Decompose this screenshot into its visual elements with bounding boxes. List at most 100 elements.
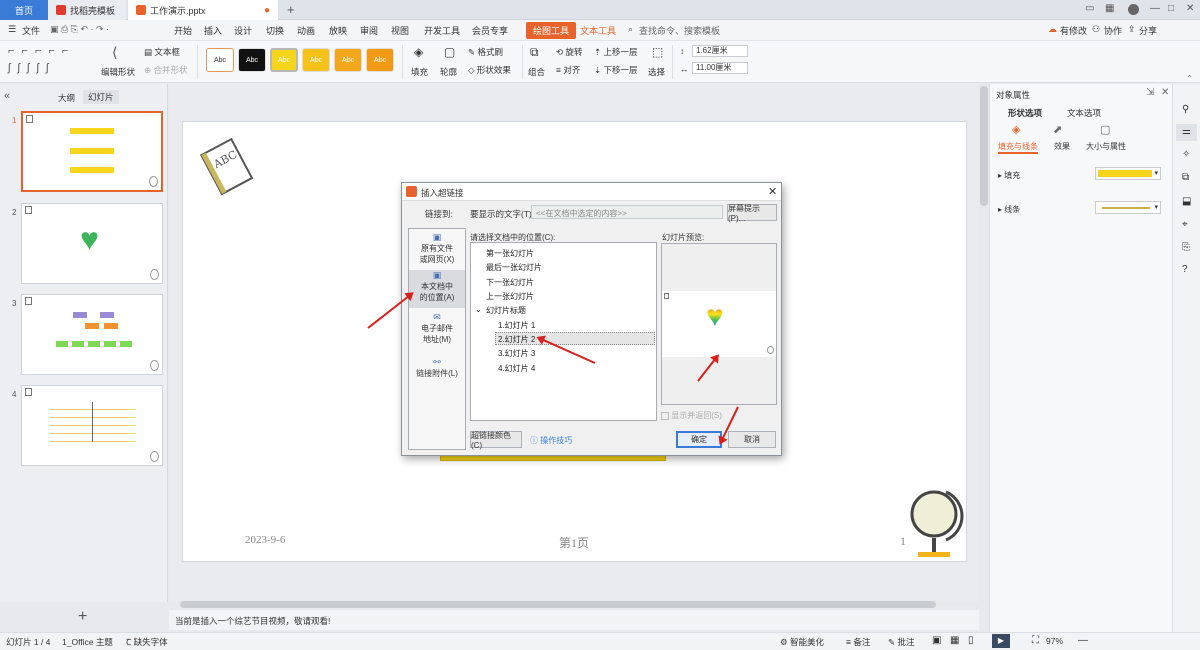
style-swatch-4[interactable]: Abc — [302, 48, 330, 72]
sorter-view-icon[interactable]: ▦ — [950, 635, 959, 646]
reading-view-icon[interactable]: ▯ — [968, 635, 974, 646]
slide-thumb-2[interactable]: ♥ — [21, 203, 163, 284]
line-section[interactable]: ▸ 线条 — [998, 204, 1020, 215]
menu-developer[interactable]: 开发工具 — [424, 24, 460, 37]
nav-existing-file[interactable]: ▣ 原有文件 或网页(X) — [409, 232, 465, 270]
nav-email[interactable]: ✉ 电子邮件 地址(M) — [409, 312, 465, 348]
new-tab-button[interactable]: + — [287, 2, 295, 17]
list-item[interactable]: 第一张幻灯片 — [486, 248, 534, 259]
tab-effect[interactable]: 效果 — [1054, 141, 1070, 152]
command-search[interactable]: 查找命令、搜索模板 — [639, 24, 720, 37]
shape-height-input[interactable]: 11.00厘米 — [692, 62, 748, 74]
edit-shape-button[interactable]: 编辑形状 — [101, 66, 135, 78]
close-icon[interactable]: ✕ — [1186, 3, 1194, 14]
list-item[interactable]: 最后一张幻灯片 — [486, 262, 542, 273]
tab-document[interactable]: 工作演示.pptx ● — [128, 0, 278, 20]
text-box-button[interactable]: ▤ 文本框 — [144, 46, 180, 58]
show-return-checkbox[interactable]: 显示并返回(S) — [661, 410, 722, 421]
menu-slideshow[interactable]: 放映 — [329, 24, 347, 37]
list-item[interactable]: 4.幻灯片 4 — [498, 363, 535, 374]
nav-attachment[interactable]: ⚯ 链接附件(L) — [409, 357, 465, 385]
notes-bar[interactable]: 当前是插入一个综艺节目视频，敬请观看! — [169, 610, 979, 630]
tab-home[interactable]: 首页 — [0, 0, 48, 20]
format-brush-button[interactable]: ✎ 格式刷 — [468, 46, 503, 58]
zoom-out-icon[interactable]: — — [1078, 635, 1088, 646]
collab-button[interactable]: 协作 — [1104, 24, 1122, 37]
menu-icon[interactable]: ☰ — [8, 24, 16, 35]
list-item[interactable]: 3.幻灯片 3 — [498, 348, 535, 359]
nav-this-document[interactable]: ▣ 本文档中 的位置(A) — [409, 270, 465, 308]
location-icon[interactable]: ⌖ — [1182, 219, 1188, 230]
menu-animation[interactable]: 动画 — [297, 24, 315, 37]
grid-icon[interactable]: ▦ — [1105, 3, 1114, 14]
quick-access-icons[interactable]: ▣ ⎙ ⎘ ↶ · ↷ · — [50, 24, 109, 35]
select-button[interactable]: 选择 — [648, 66, 665, 78]
fill-section[interactable]: ▸ 填充 — [998, 170, 1020, 181]
style-swatch-1[interactable]: Abc — [206, 48, 234, 72]
collapse-ribbon-icon[interactable]: ⌃ — [1186, 73, 1193, 84]
tab-template[interactable]: 找稻壳模板 — [48, 0, 126, 20]
add-slide-button[interactable]: + — [78, 608, 87, 626]
play-button[interactable]: ▶ — [992, 634, 1010, 648]
list-item[interactable]: 下一张幻灯片 — [486, 277, 534, 288]
tab-fill-line[interactable]: 填充与线条 — [998, 141, 1038, 154]
style-swatch-6[interactable]: Abc — [366, 48, 394, 72]
maximize-icon[interactable]: □ — [1168, 3, 1174, 14]
hyperlink-color-button[interactable]: 超链接颜色(C) — [470, 431, 522, 450]
layout-icon[interactable]: ▭ — [1085, 3, 1094, 14]
merge-shape-button[interactable]: ⊕ 合并形状 — [144, 64, 188, 76]
chevron-down-icon[interactable]: ⌄ — [475, 305, 482, 314]
slide-thumb-4[interactable] — [21, 385, 163, 466]
zoom-level[interactable]: 97% — [1046, 636, 1063, 646]
menu-file[interactable]: 文件 — [22, 24, 40, 37]
menu-design[interactable]: 设计 — [234, 24, 252, 37]
outline-button[interactable]: 轮廓 — [440, 66, 457, 78]
menu-member[interactable]: 会员专享 — [472, 24, 508, 37]
menu-view[interactable]: 视图 — [391, 24, 409, 37]
list-group-header[interactable]: 幻灯片标题 — [486, 305, 526, 316]
style-swatch-3[interactable]: Abc — [270, 48, 298, 72]
comment-button[interactable]: ✎ 批注 — [888, 636, 915, 648]
list-item[interactable]: 上一张幻灯片 — [486, 291, 534, 302]
minimize-icon[interactable]: — — [1150, 3, 1160, 14]
rotate-button[interactable]: ⟲ 旋转 — [556, 46, 583, 58]
align-button[interactable]: ≡ 对齐 — [556, 64, 580, 76]
position-list[interactable]: 第一张幻灯片 最后一张幻灯片 下一张幻灯片 上一张幻灯片 ⌄ 幻灯片标题 1.幻… — [470, 242, 657, 421]
bring-forward-button[interactable]: ⇡ 上移一层 — [594, 46, 638, 58]
menu-text-tools[interactable]: 文本工具 — [580, 24, 616, 37]
shape-effect-button[interactable]: ◇ 形状效果 — [468, 64, 511, 76]
display-text-input[interactable]: <<在文档中选定的内容>> — [531, 205, 723, 219]
fill-color-dropdown[interactable]: ▾ — [1095, 167, 1161, 180]
close-icon[interactable]: ✕ — [768, 185, 777, 198]
tab-size-props[interactable]: 大小与属性 — [1086, 141, 1126, 152]
pin-icon[interactable]: ⇲ — [1146, 87, 1154, 98]
connector-lines-icon[interactable]: ⌐ ⌐ ⌐ ⌐ ⌐ — [8, 45, 70, 57]
menu-insert[interactable]: 插入 — [204, 24, 222, 37]
tips-link[interactable]: ⓘ 操作技巧 — [530, 435, 572, 446]
fill-button[interactable]: 填充 — [411, 66, 428, 78]
tab-outline[interactable]: 大纲 — [58, 92, 75, 104]
animation-icon[interactable]: ✧ — [1182, 149, 1190, 160]
horizontal-scrollbar[interactable] — [180, 601, 936, 608]
share-button[interactable]: 分享 — [1139, 24, 1157, 37]
properties-icon[interactable]: ⚌ — [1182, 126, 1191, 137]
fit-icon[interactable]: ⛶ — [1032, 635, 1039, 646]
collapse-panel-icon[interactable]: « — [4, 90, 10, 102]
ok-button[interactable]: 确定 — [676, 431, 722, 448]
vertical-scrollbar[interactable] — [980, 86, 988, 206]
slide-thumb-1[interactable] — [21, 111, 163, 192]
menu-transition[interactable]: 切换 — [266, 24, 284, 37]
tab-shape-options[interactable]: 形状选项 — [1008, 107, 1042, 119]
modified-status[interactable]: 有修改 — [1060, 24, 1087, 37]
cancel-button[interactable]: 取消 — [728, 431, 776, 448]
tab-text-options[interactable]: 文本选项 — [1067, 107, 1101, 119]
help-icon[interactable]: ? — [1182, 264, 1188, 275]
line-style-dropdown[interactable]: ▾ — [1095, 201, 1161, 214]
menu-drawing-tools[interactable]: 绘图工具 — [526, 22, 577, 39]
missing-font-button[interactable]: Ꞇ 缺失字体 — [126, 636, 168, 648]
menu-review[interactable]: 审阅 — [360, 24, 378, 37]
style-icon[interactable]: ⚲ — [1182, 104, 1189, 115]
copy-icon[interactable]: ⧉ — [1182, 172, 1189, 183]
normal-view-icon[interactable]: ▣ — [932, 635, 941, 646]
notes-button[interactable]: ≡ 备注 — [846, 636, 870, 648]
